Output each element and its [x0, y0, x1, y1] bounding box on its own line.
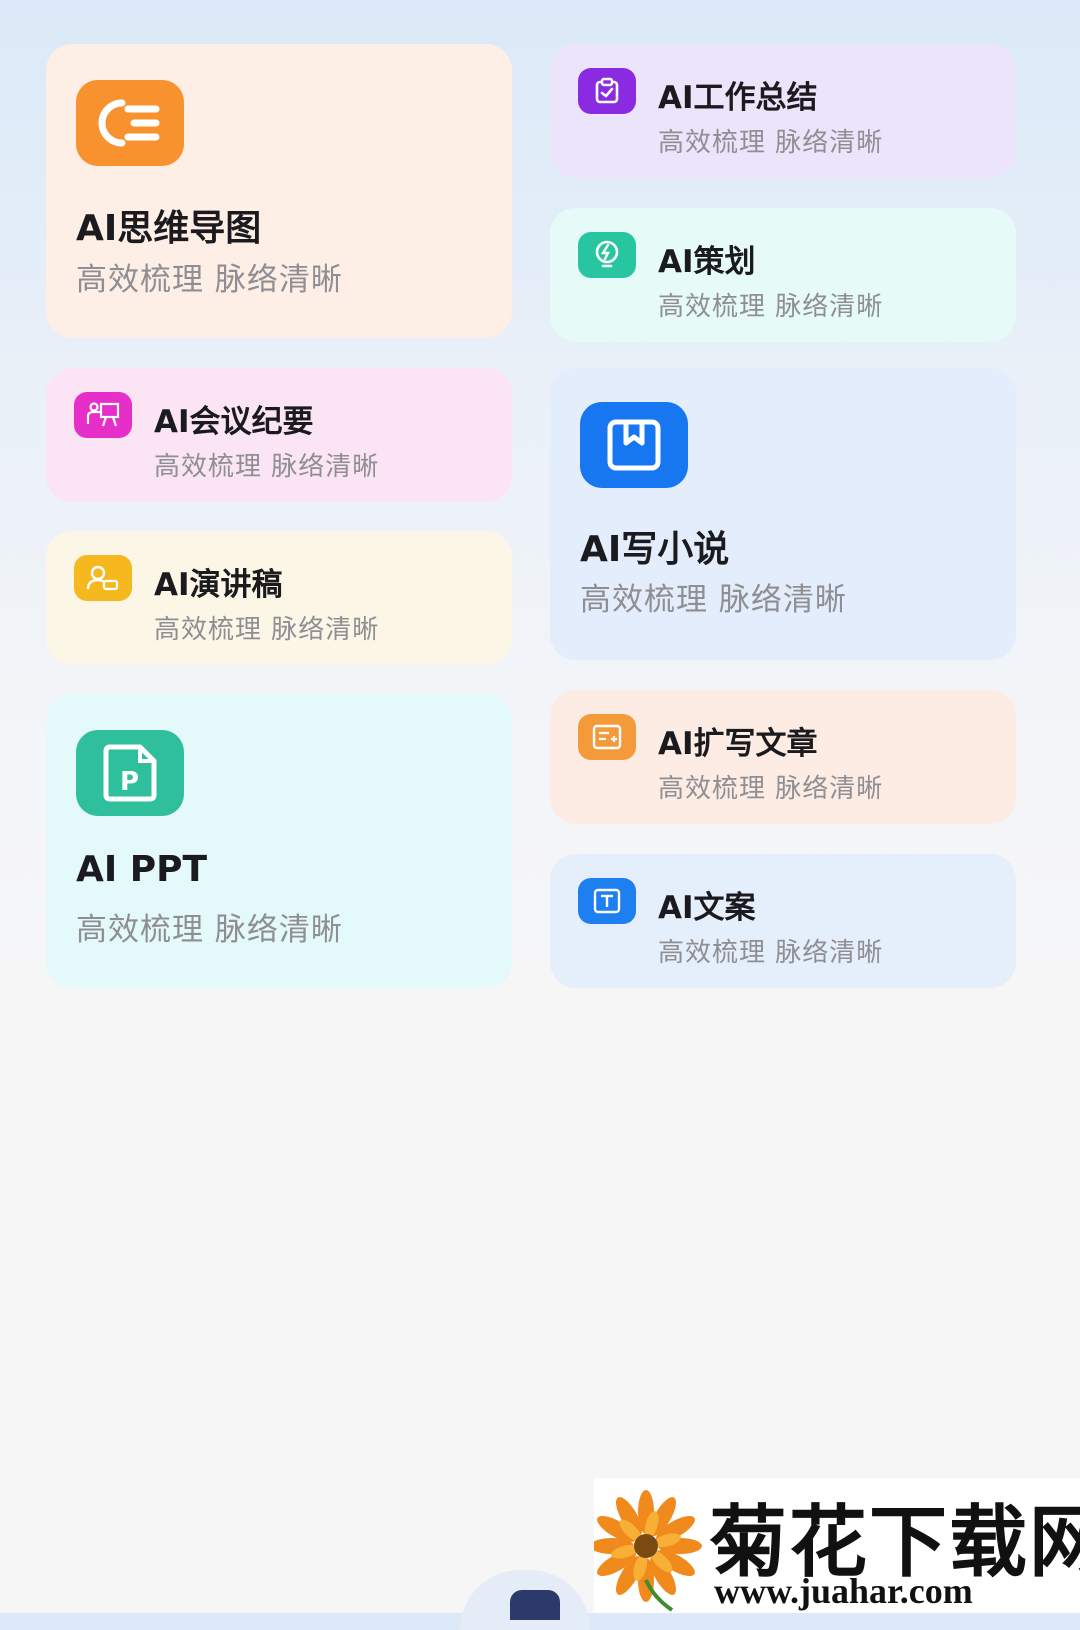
card-ai-expand-article[interactable]: AI扩写文章 高效梳理 脉络清晰 — [550, 690, 1016, 824]
mindmap-icon — [76, 80, 184, 166]
card-title: AI写小说 — [580, 529, 730, 570]
robot-head-icon — [510, 1590, 560, 1620]
card-subtitle: 高效梳理 脉络清晰 — [658, 292, 884, 322]
lightbulb-icon — [578, 232, 636, 278]
card-subtitle: 高效梳理 脉络清晰 — [154, 615, 380, 645]
chrysanthemum-logo-icon — [594, 1490, 702, 1612]
clipboard-check-icon — [578, 68, 636, 114]
card-subtitle: 高效梳理 脉络清晰 — [658, 938, 884, 968]
card-title: AI会议纪要 — [154, 404, 314, 440]
speaker-icon — [74, 555, 132, 601]
card-ai-work-summary[interactable]: AI工作总结 高效梳理 脉络清晰 — [550, 44, 1016, 178]
card-title: AI PPT — [76, 849, 208, 890]
card-ai-novel[interactable]: AI写小说 高效梳理 脉络清晰 — [550, 368, 1016, 660]
card-subtitle: 高效梳理 脉络清晰 — [154, 452, 380, 482]
card-title: AI文案 — [658, 890, 756, 926]
svg-text:P: P — [120, 767, 139, 797]
watermark: 菊花下载网 www.juahar.com — [594, 1478, 1080, 1613]
card-title: AI扩写文章 — [658, 726, 818, 762]
card-subtitle: 高效梳理 脉络清晰 — [76, 262, 343, 298]
card-title: AI演讲稿 — [154, 567, 283, 603]
text-box-icon — [578, 878, 636, 924]
card-subtitle: 高效梳理 脉络清晰 — [580, 582, 847, 618]
text-expand-icon — [578, 714, 636, 760]
card-subtitle: 高效梳理 脉络清晰 — [658, 128, 884, 158]
card-ai-ppt[interactable]: P AI PPT 高效梳理 脉络清晰 — [46, 694, 512, 988]
card-title: AI思维导图 — [76, 208, 262, 249]
card-title: AI工作总结 — [658, 80, 818, 116]
watermark-url: www.juahar.com — [714, 1571, 973, 1611]
card-ai-speech[interactable]: AI演讲稿 高效梳理 脉络清晰 — [46, 531, 512, 665]
card-title: AI策划 — [658, 244, 756, 280]
card-ai-mindmap[interactable]: AI思维导图 高效梳理 脉络清晰 — [46, 44, 512, 338]
presentation-icon — [74, 392, 132, 438]
card-subtitle: 高效梳理 脉络清晰 — [658, 774, 884, 804]
ppt-file-icon: P — [76, 730, 184, 816]
card-ai-meeting-minutes[interactable]: AI会议纪要 高效梳理 脉络清晰 — [46, 368, 512, 502]
card-subtitle: 高效梳理 脉络清晰 — [76, 912, 343, 948]
card-ai-copywriting[interactable]: AI文案 高效梳理 脉络清晰 — [550, 854, 1016, 988]
card-ai-planning[interactable]: AI策划 高效梳理 脉络清晰 — [550, 208, 1016, 342]
book-icon — [580, 402, 688, 488]
